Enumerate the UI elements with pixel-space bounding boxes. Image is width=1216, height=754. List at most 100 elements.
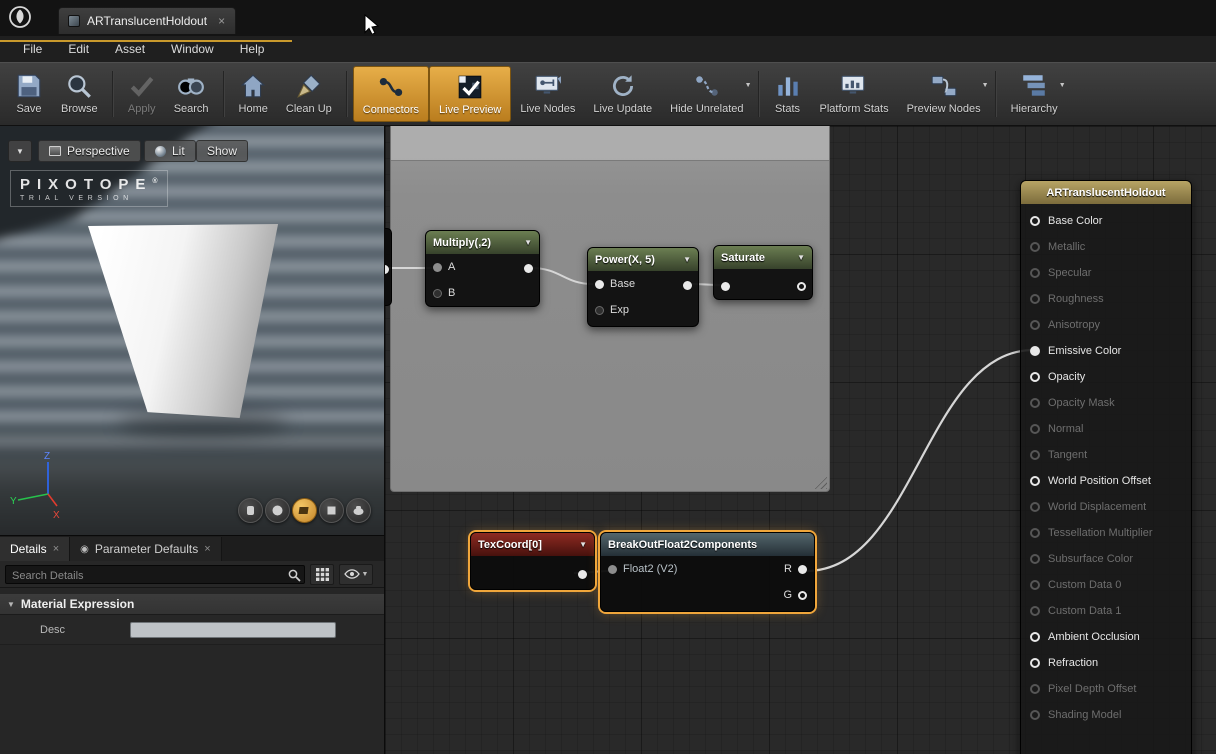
node-partially-offscreen[interactable] (385, 228, 392, 306)
search-details-input[interactable] (6, 567, 304, 584)
lit-mode-button[interactable]: Lit (144, 140, 196, 162)
preview-shape-sphere-button[interactable] (265, 498, 290, 523)
pin-power-exp[interactable]: Exp (588, 297, 698, 323)
document-tab[interactable]: ARTranslucentHoldout × (58, 7, 236, 34)
home-button[interactable]: Home (230, 66, 277, 122)
node-texcoord[interactable]: TexCoord[0] ▼ (470, 532, 595, 590)
material-pin-ambient-occlusion[interactable]: Ambient Occlusion (1021, 624, 1191, 650)
pin-power-base[interactable]: Base (588, 271, 698, 297)
pin-circle-icon (1030, 450, 1040, 460)
preview-nodes-button[interactable]: Preview Nodes ▼ (898, 66, 990, 122)
input-pin-icon[interactable] (595, 280, 604, 289)
clean-up-icon (295, 69, 323, 103)
material-pin-world-displacement[interactable]: World Displacement (1021, 494, 1191, 520)
hide-unrelated-toggle-button[interactable]: Hide Unrelated ▼ (661, 66, 752, 122)
saturate-output-pin-icon[interactable] (797, 282, 806, 291)
saturate-input-pin-icon[interactable] (721, 282, 730, 291)
desc-input[interactable] (130, 622, 336, 638)
hierarchy-button[interactable]: Hierarchy ▼ (1002, 66, 1067, 122)
pin-multiply-b[interactable]: B (426, 280, 539, 306)
node-multiply[interactable]: Multiply(,2) ▼ A B (425, 230, 540, 307)
preview-shape-mesh-button[interactable] (346, 498, 371, 523)
browse-button[interactable]: Browse (52, 66, 107, 122)
material-pin-metallic[interactable]: Metallic (1021, 234, 1191, 260)
node-collapse-icon[interactable]: ▼ (524, 238, 532, 247)
preview-nodes-dropdown-icon[interactable]: ▼ (982, 82, 989, 89)
parameter-defaults-icon: ◉ (80, 544, 89, 555)
tab-parameter-defaults[interactable]: ◉ Parameter Defaults × (70, 537, 222, 561)
hierarchy-dropdown-icon[interactable]: ▼ (1059, 82, 1066, 89)
material-pin-tessellation-multiplier[interactable]: Tessellation Multiplier (1021, 520, 1191, 546)
multiply-output-pin-icon[interactable] (524, 264, 533, 273)
material-pin-custom-data-1[interactable]: Custom Data 1 (1021, 598, 1191, 624)
pin-circle-icon (1030, 398, 1040, 408)
node-breakout-float2[interactable]: BreakOutFloat2Components Float2 (V2) R G (600, 532, 815, 612)
apply-icon (128, 69, 156, 103)
show-menu-button[interactable]: Show (196, 140, 248, 162)
comment-box-header[interactable] (391, 126, 829, 161)
material-pin-opacity[interactable]: Opacity (1021, 364, 1191, 390)
node-collapse-icon[interactable]: ▼ (797, 253, 805, 262)
output-pin-icon[interactable] (798, 591, 807, 600)
material-pin-emissive-color[interactable]: Emissive Color (1021, 338, 1191, 364)
node-saturate[interactable]: Saturate ▼ (713, 245, 813, 300)
output-pin-icon[interactable] (798, 565, 807, 574)
node-collapse-icon[interactable]: ▼ (579, 540, 587, 549)
live-preview-icon (456, 70, 484, 104)
material-pin-shading-model[interactable]: Shading Model (1021, 702, 1191, 728)
material-pin-world-position-offset[interactable]: World Position Offset (1021, 468, 1191, 494)
material-pin-specular[interactable]: Specular (1021, 260, 1191, 286)
hide-unrelated-dropdown-icon[interactable]: ▼ (745, 82, 752, 89)
stats-toggle-button[interactable]: Stats (765, 66, 811, 122)
node-collapse-icon[interactable]: ▼ (683, 255, 691, 264)
tab-details-close-icon[interactable]: × (53, 543, 59, 555)
viewport-options-dropdown[interactable]: ▼ (8, 140, 32, 162)
material-result-node[interactable]: ARTranslucentHoldout Base Color Metallic… (1020, 180, 1192, 754)
apply-button[interactable]: Apply (119, 66, 165, 122)
pin-breakout-r[interactable]: R (784, 563, 807, 575)
preview-shape-cube-button[interactable] (319, 498, 344, 523)
material-pin-refraction[interactable]: Refraction (1021, 650, 1191, 676)
input-pin-icon[interactable] (608, 565, 617, 574)
material-pin-subsurface-color[interactable]: Subsurface Color (1021, 546, 1191, 572)
material-pin-roughness[interactable]: Roughness (1021, 286, 1191, 312)
platform-stats-button[interactable]: Platform Stats (811, 66, 898, 122)
output-pin-icon[interactable] (385, 265, 389, 274)
preview-shape-plane-button[interactable] (292, 498, 317, 523)
power-output-pin-icon[interactable] (683, 281, 692, 290)
tab-close-icon[interactable]: × (218, 14, 225, 28)
property-matrix-button[interactable] (310, 564, 334, 585)
save-button[interactable]: Save (6, 66, 52, 122)
clean-up-button[interactable]: Clean Up (277, 66, 341, 122)
live-update-toggle-button[interactable]: Live Update (584, 66, 661, 122)
material-pin-tangent[interactable]: Tangent (1021, 442, 1191, 468)
search-button[interactable]: Search (165, 66, 218, 122)
perspective-button[interactable]: Perspective (38, 140, 141, 162)
texcoord-output-pin-icon[interactable] (578, 570, 587, 579)
material-pin-opacity-mask[interactable]: Opacity Mask (1021, 390, 1191, 416)
pin-breakout-float2-input[interactable]: Float2 (V2) R (601, 556, 814, 582)
material-pin-pixel-depth-offset[interactable]: Pixel Depth Offset (1021, 676, 1191, 702)
material-pin-base-color[interactable]: Base Color (1021, 208, 1191, 234)
live-nodes-toggle-button[interactable]: Live Nodes (511, 66, 584, 122)
material-pin-anisotropy[interactable]: Anisotropy (1021, 312, 1191, 338)
material-graph-canvas[interactable]: Multiply(,2) ▼ A B Power(X, 5) ▼ Base Ex… (385, 126, 1216, 754)
pin-breakout-g[interactable]: G (783, 589, 807, 601)
input-pin-icon[interactable] (595, 306, 604, 315)
comment-resize-handle[interactable] (813, 475, 827, 489)
tab-details[interactable]: Details × (0, 537, 70, 561)
preview-viewport[interactable]: ▼ Perspective Lit Show PIXOTOPE® TRIAL V… (0, 126, 385, 535)
input-pin-icon[interactable] (433, 289, 442, 298)
material-pin-normal[interactable]: Normal (1021, 416, 1191, 442)
node-power[interactable]: Power(X, 5) ▼ Base Exp (587, 247, 699, 327)
material-pin-custom-data-0[interactable]: Custom Data 0 (1021, 572, 1191, 598)
pin-multiply-a[interactable]: A (426, 254, 539, 280)
material-expression-section-header[interactable]: ▼ Material Expression (0, 594, 384, 615)
input-pin-icon[interactable] (433, 263, 442, 272)
live-preview-toggle-button[interactable]: Live Preview (429, 66, 511, 122)
connectors-toggle-button[interactable]: Connectors (353, 66, 429, 122)
preview-shape-cylinder-button[interactable] (238, 498, 263, 523)
pin-circle-icon (1030, 346, 1040, 356)
view-filter-button[interactable]: ▼ (339, 564, 373, 585)
tab-parameter-defaults-close-icon[interactable]: × (204, 543, 210, 555)
